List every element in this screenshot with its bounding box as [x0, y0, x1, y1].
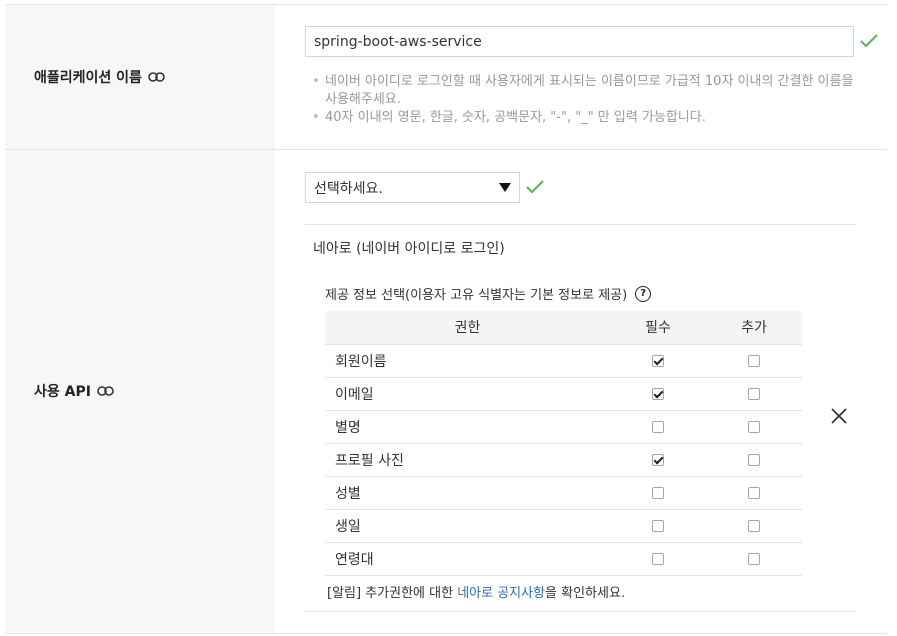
api-select[interactable]: 선택하세요. [305, 172, 520, 203]
extra-cell [706, 344, 802, 378]
required-checkbox[interactable] [652, 453, 664, 466]
notice-prefix: [알림] 추가권한에 대한 [327, 586, 458, 601]
close-icon[interactable] [830, 407, 848, 425]
app-name-label: 애플리케이션 이름 [34, 67, 165, 87]
help-item: 네이버 아이디로 로그인할 때 사용자에게 표시되는 이름이므로 가급적 10자… [312, 73, 857, 109]
required-checkbox[interactable] [652, 519, 664, 532]
table-row: 프로필 사진 [325, 443, 802, 477]
required-cell [610, 410, 706, 444]
extra-checkbox[interactable] [748, 519, 760, 532]
valid-check-icon [526, 180, 544, 194]
app-name-input[interactable] [305, 26, 854, 57]
api-label: 사용 API [34, 381, 114, 401]
extra-checkbox[interactable] [748, 486, 760, 499]
api-config-box: 네아로 (네이버 아이디로 로그인) 제공 정보 선택(이용자 고유 식별자는 … [305, 224, 856, 612]
required-checkbox[interactable] [652, 552, 664, 565]
extra-cell [706, 476, 802, 510]
extra-cell [706, 542, 802, 576]
column-header: 추가 [706, 311, 802, 345]
required-cell [610, 344, 706, 378]
help-item: 40자 이내의 영문, 한글, 숫자, 공백문자, "-", "_" 만 입력 … [312, 109, 857, 127]
permission-name: 성별 [325, 476, 610, 510]
api-label-text: 사용 API [34, 384, 91, 400]
extra-checkbox[interactable] [748, 387, 760, 400]
required-cell [610, 509, 706, 543]
required-checkbox[interactable] [652, 420, 664, 433]
app-name-label-cell: 애플리케이션 이름 [5, 5, 275, 149]
api-section-title: 네아로 (네이버 아이디로 로그인) [313, 241, 505, 257]
link-icon [148, 72, 165, 82]
info-select-title-text: 제공 정보 선택(이용자 고유 식별자는 기본 정보로 제공) [325, 288, 628, 303]
table-row: 성별 [325, 476, 802, 510]
required-cell [610, 443, 706, 477]
table-header-row: 권한 필수 추가 [325, 311, 802, 345]
column-header: 필수 [610, 311, 706, 345]
table-row: 회원이름 [325, 344, 802, 378]
notice-link[interactable]: 네아로 공지사항 [457, 586, 545, 601]
extra-checkbox[interactable] [748, 552, 760, 565]
table-row: 생일 [325, 509, 802, 543]
app-name-label-text: 애플리케이션 이름 [34, 70, 142, 86]
permission-table: 권한 필수 추가 회원이름 이메일 별명 프로필 사진 성별 생일 연령대 [325, 311, 802, 576]
app-name-help-list: 네이버 아이디로 로그인할 때 사용자에게 표시되는 이름이므로 가급적 10자… [312, 73, 857, 127]
table-row: 이메일 [325, 377, 802, 411]
permission-name: 별명 [325, 410, 610, 444]
required-checkbox[interactable] [652, 486, 664, 499]
extra-checkbox[interactable] [748, 453, 760, 466]
extra-checkbox[interactable] [748, 354, 760, 367]
table-row: 별명 [325, 410, 802, 444]
valid-check-icon [860, 34, 878, 48]
api-select-value: 선택하세요. [314, 180, 383, 197]
permission-name: 이메일 [325, 377, 610, 411]
extra-cell [706, 443, 802, 477]
required-cell [610, 377, 706, 411]
extra-cell [706, 410, 802, 444]
link-icon [97, 386, 114, 396]
permission-name: 연령대 [325, 542, 610, 576]
help-icon[interactable]: ? [635, 285, 652, 302]
extra-cell [706, 377, 802, 411]
required-checkbox[interactable] [652, 387, 664, 400]
required-cell [610, 542, 706, 576]
chevron-down-icon [499, 183, 511, 192]
notice-suffix: 을 확인하세요. [545, 586, 626, 601]
extra-checkbox[interactable] [748, 420, 760, 433]
required-checkbox[interactable] [652, 354, 664, 367]
column-header: 권한 [325, 311, 610, 345]
extra-cell [706, 509, 802, 543]
permission-name: 회원이름 [325, 344, 610, 378]
info-select-title: 제공 정보 선택(이용자 고유 식별자는 기본 정보로 제공) ? [325, 284, 652, 303]
notice-text: [알림] 추가권한에 대한 네아로 공지사항을 확인하세요. [327, 582, 625, 601]
required-cell [610, 476, 706, 510]
api-label-cell: 사용 API [5, 150, 275, 633]
permission-name: 프로필 사진 [325, 443, 610, 477]
permission-name: 생일 [325, 509, 610, 543]
table-row: 연령대 [325, 542, 802, 576]
